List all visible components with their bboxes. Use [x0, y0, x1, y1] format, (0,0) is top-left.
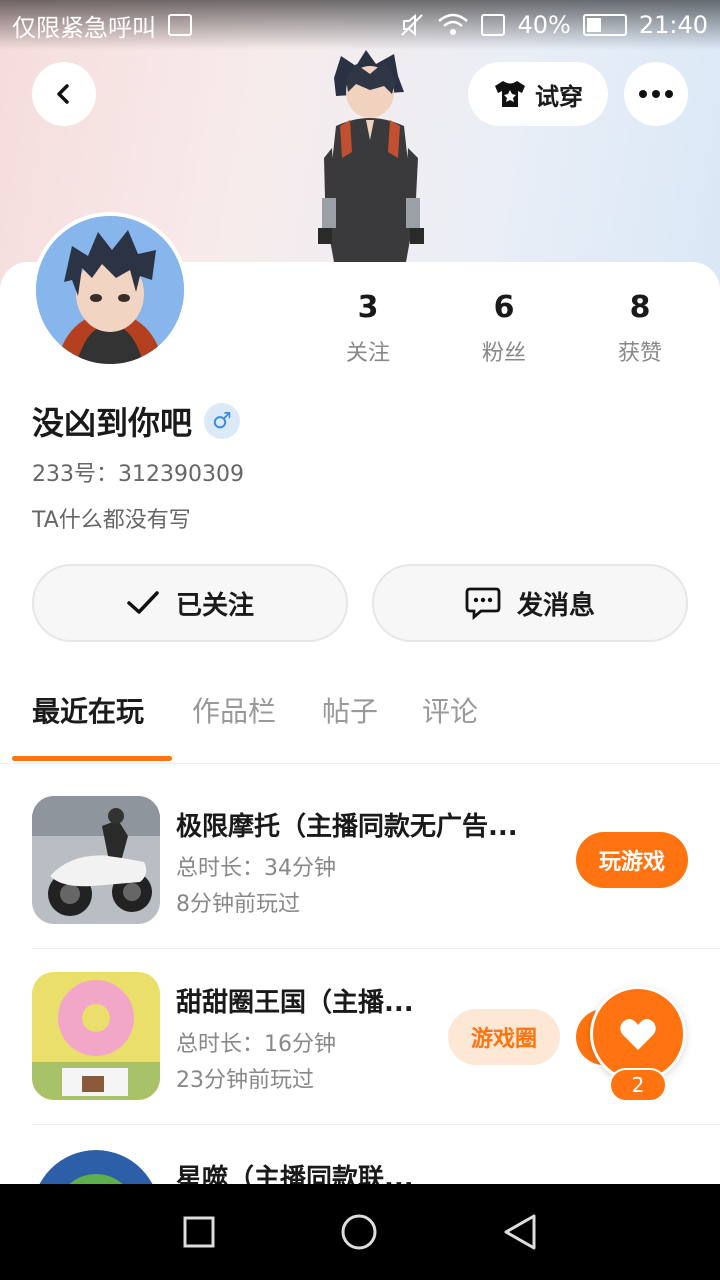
- back-button[interactable]: [32, 62, 96, 126]
- like-count-badge: 2: [609, 1068, 667, 1102]
- more-options-button[interactable]: [624, 62, 688, 126]
- user-bio: TA什么都没有写: [32, 508, 191, 533]
- tab-comments[interactable]: 评论: [422, 690, 478, 730]
- chevron-left-icon: [57, 84, 69, 104]
- avatar[interactable]: [32, 212, 188, 368]
- game-thumbnail: [32, 1150, 160, 1184]
- tab-posts[interactable]: 帖子: [322, 690, 378, 730]
- stat-label: 关注: [345, 341, 390, 366]
- game-circle-button[interactable]: 游戏圈: [448, 1009, 560, 1065]
- battery-icon: [582, 14, 627, 36]
- profile-tabs: 最近在玩 作品栏 帖子 评论: [0, 690, 720, 764]
- stat-value: 6: [493, 290, 515, 325]
- profile-stats: 3 关注 6 粉丝 8 获赞: [300, 290, 720, 367]
- stat-value: 3: [357, 290, 379, 325]
- game-title: 极限摩托（主播同款无广告...: [176, 812, 518, 842]
- carrier-text: 仅限紧急呼叫: [12, 13, 156, 42]
- username: 没凶到你吧: [32, 404, 193, 442]
- divider: [32, 948, 720, 949]
- send-message-label: 发消息: [516, 590, 595, 621]
- image-icon: [168, 14, 192, 36]
- tshirt-icon: [495, 81, 525, 107]
- status-bar: 仅限紧急呼叫 40% 21:40: [0, 0, 720, 50]
- stat-following[interactable]: 3 关注: [300, 290, 436, 367]
- sim-icon: [481, 14, 506, 36]
- game-thumbnail: [32, 796, 160, 924]
- followed-button[interactable]: 已关注: [32, 564, 348, 642]
- username-row: 没凶到你吧 ♂: [32, 398, 241, 444]
- send-message-button[interactable]: 发消息: [372, 564, 688, 642]
- game-thumbnail: [32, 972, 160, 1100]
- system-navigation-bar: [0, 1184, 720, 1280]
- tab-works[interactable]: 作品栏: [192, 690, 276, 730]
- avatar-portrait: [36, 216, 184, 364]
- list-item[interactable]: 星噬（主播同款联...: [32, 1150, 720, 1184]
- more-dots-icon: [639, 90, 673, 98]
- stat-likes[interactable]: 8 获赞: [572, 290, 708, 367]
- back-nav-icon[interactable]: [502, 1213, 538, 1251]
- stat-label: 获赞: [617, 341, 662, 366]
- wifi-icon: [438, 13, 469, 35]
- heart-icon: [620, 1019, 656, 1050]
- list-item[interactable]: 极限摩托（主播同款无广告... 总时长：34分钟 8分钟前玩过 玩游戏: [32, 796, 720, 972]
- home-icon[interactable]: [340, 1213, 378, 1251]
- game-title: 星噬（主播同款联...: [176, 1164, 414, 1184]
- mute-icon: [401, 13, 424, 37]
- try-on-label: 试穿: [535, 82, 583, 111]
- divider: [32, 1124, 720, 1125]
- avatar-character-figure: [318, 50, 424, 262]
- play-game-button[interactable]: 玩游戏: [576, 832, 688, 888]
- stat-value: 8: [629, 290, 651, 325]
- game-last-played: 8分钟前玩过: [176, 892, 300, 917]
- game-duration: 总时长：16分钟: [176, 1032, 336, 1057]
- checkmark-icon: [127, 591, 159, 614]
- game-title: 甜甜圈王国（主播...: [176, 988, 414, 1018]
- stat-followers[interactable]: 6 粉丝: [436, 290, 572, 367]
- clock: 21:40: [638, 11, 708, 39]
- game-last-played: 23分钟前玩过: [176, 1068, 314, 1093]
- chat-bubble-icon: [465, 587, 501, 620]
- tab-recently-played[interactable]: 最近在玩: [32, 690, 144, 730]
- battery-percent: 40%: [517, 11, 571, 39]
- stat-label: 粉丝: [481, 341, 526, 366]
- recent-apps-icon[interactable]: [182, 1215, 216, 1249]
- male-gender-icon: ♂: [204, 403, 241, 439]
- active-tab-indicator: [12, 756, 172, 761]
- game-duration: 总时长：34分钟: [176, 856, 336, 881]
- user-id: 233号：312390309: [32, 462, 244, 487]
- followed-label: 已关注: [175, 590, 254, 621]
- try-on-button[interactable]: 试穿: [468, 62, 608, 126]
